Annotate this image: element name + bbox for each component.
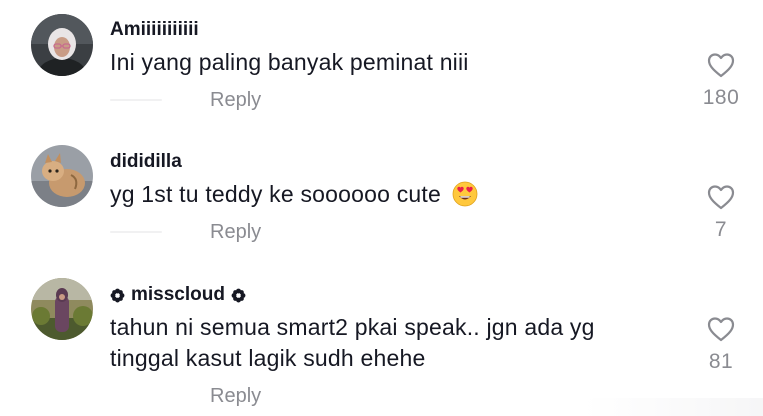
user-avatar-icon xyxy=(31,278,93,340)
heart-eyes-emoji-icon xyxy=(452,181,477,207)
reply-button[interactable]: Reply xyxy=(210,220,261,244)
comment-text: yg 1st tu teddy ke soooooo cute xyxy=(110,179,670,210)
user-avatar-icon xyxy=(31,145,93,207)
reply-row: Reply xyxy=(110,384,261,408)
heart-icon[interactable] xyxy=(706,182,736,212)
comments-section: Amiiiiiiiiiii Ini yang paling banyak pem… xyxy=(0,0,763,416)
like-block: 81 xyxy=(690,314,752,374)
username[interactable]: misscloud xyxy=(110,284,246,306)
reply-row: Reply xyxy=(110,220,261,244)
reply-button[interactable]: Reply xyxy=(210,88,261,112)
like-count: 180 xyxy=(702,86,740,109)
bottom-corner-overlay xyxy=(583,398,763,416)
timestamp-redacted xyxy=(110,99,162,101)
avatar[interactable] xyxy=(31,14,93,76)
timestamp-redacted xyxy=(110,231,162,233)
like-count: 7 xyxy=(714,218,728,241)
flower-badge-icon xyxy=(110,288,125,302)
heart-icon[interactable] xyxy=(706,314,736,344)
like-count: 81 xyxy=(708,350,734,373)
user-avatar-icon xyxy=(31,14,93,76)
comment-text: tahun ni semua smart2 pkai speak.. jgn a… xyxy=(110,312,670,374)
avatar[interactable] xyxy=(31,145,93,207)
username-label: dididilla xyxy=(110,151,182,172)
like-block: 7 xyxy=(690,182,752,242)
flower-badge-icon xyxy=(231,288,246,302)
username[interactable]: Amiiiiiiiiiii xyxy=(110,19,199,41)
username[interactable]: dididilla xyxy=(110,151,182,173)
comment-text-line: tinggal kasut lagik sudh ehehe xyxy=(110,345,426,371)
username-label: Amiiiiiiiiiii xyxy=(110,19,199,40)
comment-text-content: yg 1st tu teddy ke soooooo cute xyxy=(110,181,441,207)
comment-text: Ini yang paling banyak peminat niii xyxy=(110,49,469,75)
reply-button[interactable]: Reply xyxy=(210,384,261,408)
username-label: misscloud xyxy=(131,284,225,305)
avatar[interactable] xyxy=(31,278,93,340)
comment-text-line: tahun ni semua smart2 pkai speak.. jgn a… xyxy=(110,314,595,340)
heart-icon[interactable] xyxy=(706,50,736,80)
like-block: 180 xyxy=(690,50,752,110)
reply-row: Reply xyxy=(110,88,261,112)
